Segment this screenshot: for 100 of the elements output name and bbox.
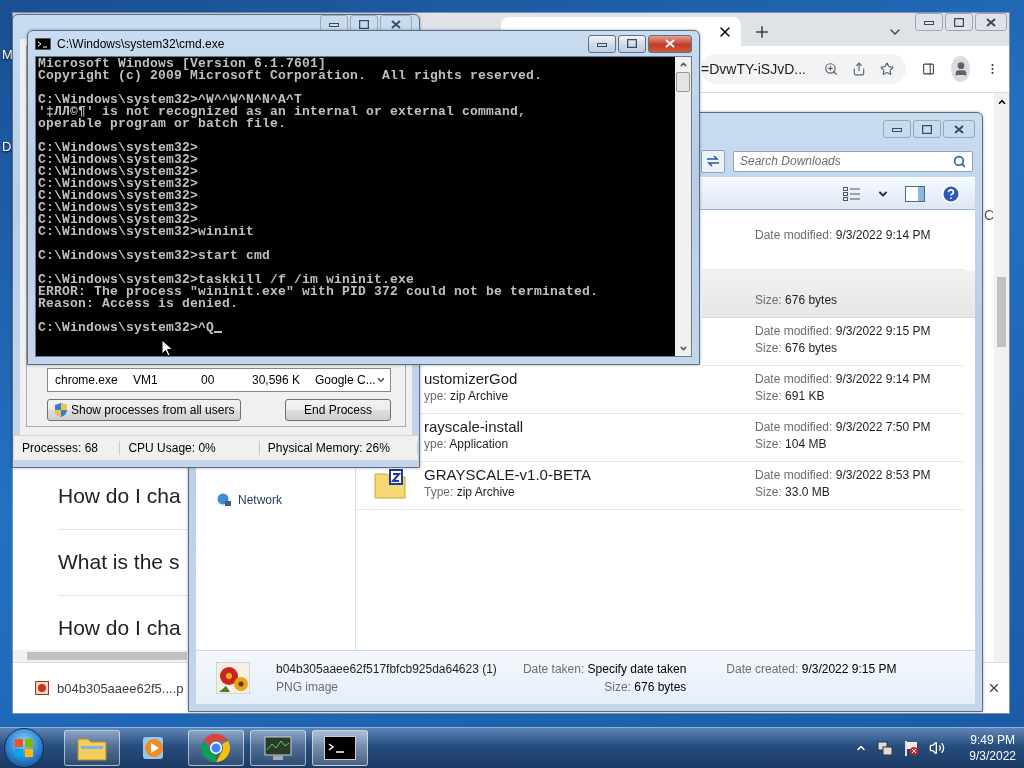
minimize-button[interactable] [588,34,616,53]
file-size: Size: 676 bytes [755,340,838,355]
maximize-button[interactable] [618,34,646,53]
network-icon[interactable] [877,740,894,756]
status-text: CPU Usage: 0% [120,441,260,455]
maximize-button[interactable] [945,13,973,31]
maximize-icon [922,124,932,134]
table-cell-text: VM1 [132,373,159,387]
scroll-up-icon[interactable] [996,97,1007,107]
console-line: C:\Windows\system32> [38,142,199,154]
zoom-icon[interactable] [823,60,838,78]
detail-field: Date created: 9/3/2022 9:15 PM [726,661,897,676]
windows-logo-icon [15,739,33,757]
horizontal-scrollbar[interactable] [13,650,187,662]
search-field[interactable]: Search Downloads [733,150,973,172]
question-link[interactable]: How do I cha [58,612,181,644]
file-type: PNG image [276,679,340,694]
desktop-icon-label[interactable]: D [2,139,12,154]
status-text: Physical Memory: 26% [259,441,418,455]
clock[interactable]: 9:49 PM 9/3/2022 [969,733,1016,763]
flag-icon[interactable] [903,740,920,756]
file-date: Date modified: 9/3/2022 9:15 PM [755,323,931,338]
question-link[interactable]: How do I cha [58,480,181,512]
question-link[interactable]: What is the s [58,546,180,578]
close-button[interactable] [975,13,1007,31]
volume-icon[interactable] [929,740,946,756]
console-line: Reason: Access is denied. [38,298,239,310]
address-bar[interactable]: =DvwTY-iSJvD... [701,54,906,84]
file-size: Size: 691 KB [755,388,825,403]
minimize-icon [329,21,339,27]
help-icon[interactable] [941,183,961,204]
file-row[interactable]: Date modified: 9/3/2022 9:15 PM Size: 676 bytes [702,318,965,366]
minimize-icon [924,19,934,25]
desktop-icon-label[interactable]: M [2,47,13,62]
vertical-scrollbar[interactable] [994,93,1009,662]
close-icon [986,17,996,27]
process-list[interactable]: chrome.exe VM1 00 30,596 K Google C... [47,368,391,392]
chrome-logo-icon [201,733,231,763]
profile-avatar[interactable] [951,56,970,82]
scrollbar-thumb[interactable] [997,277,1006,347]
taskbar-button[interactable] [188,730,244,766]
maximize-icon [954,17,964,27]
close-icon [954,124,964,134]
file-row[interactable]: rayscale-install ype: Application Date modified: 9/3/2022 7:50 PM Size: 104 MB [420,414,965,462]
status-text: Processes: 68 [14,441,121,455]
taskbar-button[interactable] [312,730,368,766]
file-row[interactable]: Size: 676 bytes [702,270,975,318]
end-process-button[interactable]: End Process [284,399,391,421]
minimize-icon [597,40,607,47]
close-icon[interactable] [987,681,1001,695]
console-line: C:\Windows\system32>start cmd [38,250,271,262]
side-panel-icon[interactable] [922,60,936,78]
scroll-down-icon[interactable] [678,344,688,353]
file-date: Date modified: 9/3/2022 7:50 PM [755,419,931,434]
console-line: ERROR: The process "wininit.exe" with PID 372 could not be terminated. [38,286,599,298]
close-button[interactable] [648,34,692,53]
monitor-icon [263,735,293,761]
console-line: C:\Windows\system32> [38,214,199,226]
close-button[interactable] [943,120,975,138]
console-line: Microsoft Windows [Version 6.1.7601] [38,58,327,70]
console-icon [324,736,356,760]
refresh-button[interactable] [701,149,725,173]
show-processes-button[interactable]: Show processes from all users [47,399,242,421]
scrollbar-thumb[interactable] [676,72,690,92]
console-line: C:\Windows\system32> [38,190,199,202]
nav-item[interactable]: Network [216,493,355,507]
console-line: Copyright (c) 2009 Microsoft Corporation. All rights reserved. [38,70,543,82]
file-row[interactable]: ustomizerGod ype: zip Archive Date modified: 9/3/2022 9:14 PM Size: 691 KB [420,366,965,414]
taskbar-button[interactable] [64,730,120,766]
console-line: C:\Windows\system32> [38,202,199,214]
page-text: C [983,207,994,223]
console-icon [35,37,51,50]
close-icon [665,39,675,48]
file-size: Size: 104 MB [755,436,827,451]
file-name: GRAYSCALE-v1.0-BETA [424,466,591,483]
minimize-button[interactable] [883,120,911,138]
shield-icon [54,402,68,418]
file-type: ype: zip Archive [424,388,509,403]
share-icon[interactable] [851,60,866,78]
taskbar-button[interactable] [250,730,306,766]
view-options-icon[interactable] [843,185,861,202]
table-cell-text: 00 [200,373,216,387]
table-cell-text: chrome.exe [54,373,119,387]
scroll-down-icon[interactable] [375,375,386,385]
preview-pane-icon[interactable] [905,185,925,202]
search-icon [953,154,966,168]
scroll-up-icon[interactable] [678,60,688,69]
download-item[interactable]: b04b305aaee62f5....p [57,680,184,696]
file-type: Type: zip Archive [424,484,515,499]
vertical-scrollbar[interactable] [675,57,691,356]
minimize-button[interactable] [915,13,943,31]
bookmark-star-icon[interactable] [879,60,894,78]
detail-field: Date taken: Specify date taken [522,661,687,676]
file-date: Date modified: 9/3/2022 9:14 PM [755,371,931,386]
file-name: rayscale-install [424,418,524,435]
console-line: C:\Windows\system32> [38,178,199,190]
maximize-button[interactable] [913,120,941,138]
detail-field: Size: 676 bytes [522,679,687,694]
file-size: Size: 676 bytes [755,292,838,307]
start-button[interactable] [4,728,44,768]
